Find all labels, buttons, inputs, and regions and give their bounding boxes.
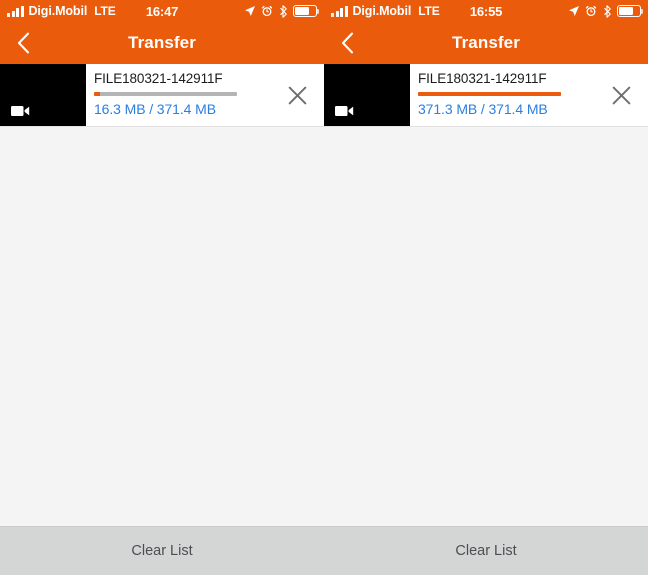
transfer-item-details: FILE180321-142911F 16.3 MB / 371.4 MB [86, 64, 270, 126]
transfer-progress-fill [418, 92, 561, 96]
back-button[interactable] [324, 22, 370, 64]
empty-content-area-left [0, 127, 324, 526]
network-type-label: LTE [418, 4, 440, 18]
bluetooth-icon [280, 4, 287, 18]
clear-list-button-right[interactable]: Clear List [324, 527, 648, 575]
back-button[interactable] [0, 22, 46, 64]
alarm-clock-icon [585, 5, 597, 17]
clear-list-button-left[interactable]: Clear List [0, 527, 324, 575]
video-camera-icon [335, 106, 354, 116]
status-bar-right [568, 4, 644, 18]
transfer-size-label: 371.3 MB / 371.4 MB [418, 101, 548, 117]
alarm-clock-icon [261, 5, 273, 17]
phone-panels: Digi.Mobil LTE 16:47 Transfer FILE180321… [0, 0, 648, 526]
status-bar-right [244, 4, 320, 18]
transfer-progress-bar [418, 92, 561, 96]
file-name-label: FILE180321-142911F [94, 71, 223, 86]
chevron-left-icon [341, 32, 353, 54]
transfer-list-item[interactable]: FILE180321-142911F 16.3 MB / 371.4 MB [0, 64, 324, 127]
status-bar-left: Digi.Mobil LTE [7, 5, 116, 18]
status-bar: Digi.Mobil LTE 16:55 [324, 0, 648, 22]
transfer-progress-fill [94, 92, 101, 96]
close-icon [612, 86, 630, 104]
carrier-label: Digi.Mobil [28, 3, 88, 18]
network-type-label: LTE [94, 4, 116, 18]
navigation-bar: Transfer [324, 22, 648, 64]
status-bar-left: Digi.Mobil LTE [331, 5, 440, 18]
location-arrow-icon [569, 6, 579, 16]
transfer-size-label: 16.3 MB / 371.4 MB [94, 101, 216, 117]
file-name-label: FILE180321-142911F [418, 71, 547, 86]
phone-panel-left: Digi.Mobil LTE 16:47 Transfer FILE180321… [0, 0, 324, 526]
cancel-transfer-button[interactable] [594, 64, 648, 126]
page-title: Transfer [452, 33, 520, 52]
status-bar: Digi.Mobil LTE 16:47 [0, 0, 324, 22]
cancel-transfer-button[interactable] [270, 64, 324, 126]
transfer-item-details: FILE180321-142911F 371.3 MB / 371.4 MB [410, 64, 594, 126]
navigation-bar: Transfer [0, 22, 324, 64]
battery-icon [293, 5, 320, 17]
clear-list-label: Clear List [455, 543, 517, 559]
bottom-toolbar: Clear List Clear List [0, 526, 648, 575]
phone-panel-right: Digi.Mobil LTE 16:55 Transfer FILE180321… [324, 0, 648, 526]
bluetooth-icon [604, 4, 611, 18]
page-title: Transfer [128, 33, 196, 52]
file-thumbnail [0, 64, 86, 126]
signal-bars-icon [7, 5, 24, 17]
file-thumbnail [324, 64, 410, 126]
screenshot-root: Digi.Mobil LTE 16:47 Transfer FILE180321… [0, 0, 648, 575]
empty-content-area-right [324, 127, 648, 526]
clear-list-label: Clear List [131, 543, 193, 559]
battery-icon [617, 5, 644, 17]
video-camera-icon [11, 106, 30, 116]
signal-bars-icon [331, 5, 348, 17]
transfer-progress-bar [94, 92, 237, 96]
location-arrow-icon [245, 6, 255, 16]
chevron-left-icon [17, 32, 29, 54]
close-icon [288, 86, 306, 104]
transfer-list-item[interactable]: FILE180321-142911F 371.3 MB / 371.4 MB [324, 64, 648, 127]
carrier-label: Digi.Mobil [352, 3, 412, 18]
